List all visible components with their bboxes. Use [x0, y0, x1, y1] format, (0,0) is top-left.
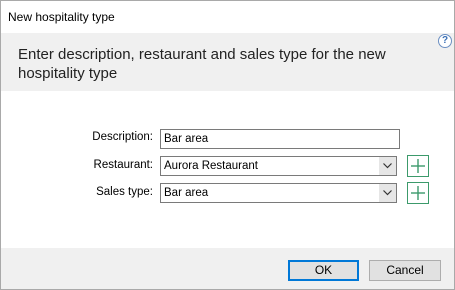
restaurant-value: Aurora Restaurant: [164, 160, 258, 172]
restaurant-dropdown[interactable]: Aurora Restaurant: [160, 156, 397, 176]
sales-type-value: Bar area: [164, 187, 209, 199]
add-sales-type-button[interactable]: [407, 182, 429, 204]
dialog-header: ? Enter description, restaurant and sale…: [1, 33, 454, 91]
dialog-window: New hospitality type ? Enter description…: [0, 0, 455, 290]
restaurant-label: Restaurant:: [93, 159, 153, 171]
dialog-footer: OK Cancel: [1, 248, 454, 289]
plus-icon: [411, 159, 425, 173]
sales-type-dropdown-button[interactable]: [378, 184, 396, 202]
cancel-button[interactable]: Cancel: [369, 260, 441, 281]
add-restaurant-button[interactable]: [407, 155, 429, 177]
title-bar[interactable]: New hospitality type: [1, 1, 454, 33]
sales-type-dropdown[interactable]: Bar area: [160, 183, 397, 203]
sales-type-label: Sales type:: [96, 186, 153, 198]
description-input[interactable]: Bar area: [160, 129, 400, 149]
plus-icon: [411, 186, 425, 200]
window-title: New hospitality type: [8, 10, 115, 24]
ok-button[interactable]: OK: [288, 260, 359, 281]
header-instructions: Enter description, restaurant and sales …: [18, 46, 386, 82]
chevron-down-icon: [383, 190, 392, 196]
chevron-down-icon: [383, 163, 392, 169]
help-icon[interactable]: ?: [438, 34, 452, 48]
description-label: Description:: [92, 131, 153, 143]
restaurant-dropdown-button[interactable]: [378, 157, 396, 175]
form-area: Description: Bar area Restaurant: Aurora…: [1, 91, 454, 248]
